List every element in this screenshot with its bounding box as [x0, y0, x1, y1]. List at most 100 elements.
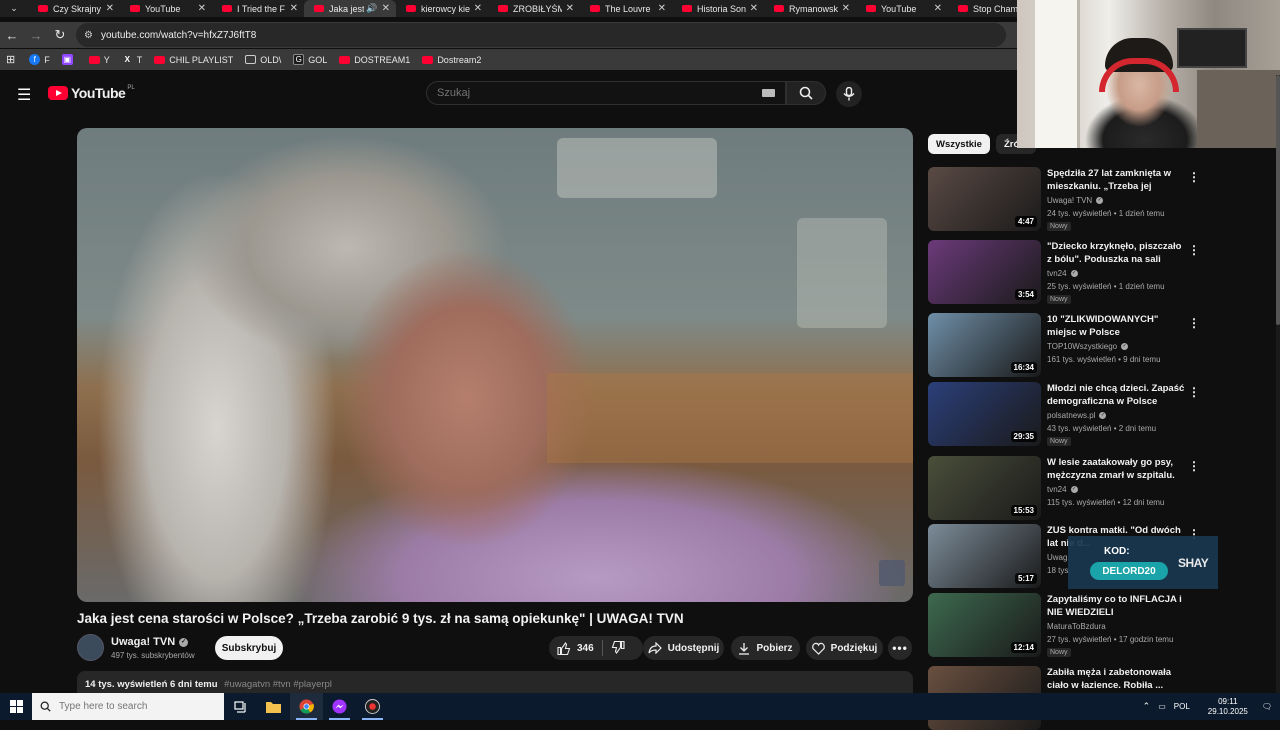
like-button[interactable]: 346 — [557, 641, 594, 655]
menu-icon[interactable]: ☰ — [17, 85, 31, 105]
bookmark-item[interactable]: Dostream2 — [422, 54, 481, 65]
network-icon[interactable]: ▭ — [1158, 702, 1166, 711]
video-title[interactable]: Spędziła 27 lat zamknięta w mieszkaniu. … — [1047, 167, 1185, 193]
video-title[interactable]: Zabiła męża i zabetonowała ciało w łazie… — [1047, 666, 1185, 692]
close-icon[interactable]: ✕ — [658, 3, 666, 14]
close-icon[interactable]: ✕ — [750, 3, 758, 14]
video-channel[interactable]: TOP10Wszystkiego ✓ — [1047, 342, 1129, 351]
browser-tab[interactable]: YouTube ✕ — [856, 0, 948, 17]
bookmark-item[interactable]: DOSTREAM1 — [339, 54, 410, 65]
video-thumbnail[interactable]: 12:14 — [928, 593, 1041, 657]
close-icon[interactable]: ✕ — [934, 3, 942, 14]
chevron-up-icon[interactable]: ⌃ — [1143, 701, 1151, 712]
bookmark-item[interactable]: Y — [88, 54, 110, 65]
video-player[interactable] — [77, 128, 913, 602]
close-icon[interactable]: ✕ — [198, 3, 206, 14]
forward-button[interactable]: → — [24, 28, 48, 43]
close-icon[interactable]: ✕ — [382, 3, 390, 14]
close-icon[interactable]: ✕ — [566, 3, 574, 14]
more-vertical-icon[interactable]: ⋮ — [1188, 243, 1200, 257]
notification-icon[interactable]: 🗨 — [1262, 702, 1272, 711]
app-taskbar-button[interactable] — [356, 693, 389, 720]
clock[interactable]: 09:11 29.10.2025 — [1208, 697, 1248, 717]
subscribe-button[interactable]: Subskrybuj — [215, 636, 283, 660]
video-title[interactable]: "Dziecko krzyknęło, piszczało z bólu". P… — [1047, 240, 1185, 266]
video-thumbnail[interactable]: 4:47 — [928, 167, 1041, 231]
messenger-taskbar-button[interactable] — [323, 693, 356, 720]
task-view-button[interactable] — [224, 693, 257, 720]
chrome-taskbar-button[interactable] — [290, 693, 323, 720]
share-button[interactable]: Udostępnij — [643, 636, 724, 660]
description-box[interactable]: 14 tys. wyświetleń 6 dni temu #uwagatvn … — [77, 671, 913, 693]
more-vertical-icon[interactable]: ⋮ — [1188, 385, 1200, 399]
recommended-video[interactable]: 15:53 W lesie zaatakowały go psy, mężczyz… — [928, 456, 1208, 524]
recommended-video[interactable]: 12:14 Zapytaliśmy co to INFLACJA i NIE WI… — [928, 593, 1208, 661]
keyboard-icon[interactable] — [762, 89, 775, 97]
recommended-video[interactable]: 29:35 Młodzi nie chcą dzieci. Zapaść demo… — [928, 382, 1208, 450]
download-button[interactable]: Pobierz — [731, 636, 800, 660]
browser-tab[interactable]: Czy Skrajny ✕ — [28, 0, 120, 17]
video-channel[interactable]: tvn24 ✓ — [1047, 485, 1078, 494]
recommended-video[interactable]: 3:54 "Dziecko krzyknęło, piszczało z bólu… — [928, 240, 1208, 308]
more-vertical-icon[interactable]: ⋮ — [1188, 170, 1200, 184]
browser-tab[interactable]: kierowcy kie ✕ — [396, 0, 488, 17]
taskbar-search-input[interactable] — [59, 701, 209, 712]
close-icon[interactable]: ✕ — [290, 3, 298, 14]
video-thumbnail[interactable]: 3:54 — [928, 240, 1041, 304]
close-icon[interactable]: ✕ — [106, 3, 114, 14]
bookmark-item[interactable]: fF — [29, 54, 50, 65]
video-title[interactable]: 10 "ZLIKWIDOWANYCH" miejsc w Polsce — [1047, 313, 1185, 339]
address-bar[interactable]: ⚙ youtube.com/watch?v=hfxZ7J6ftT8 — [76, 23, 1006, 47]
bookmark-item[interactable]: ▣ — [61, 54, 77, 65]
youtube-logo[interactable]: YouTube PL — [48, 85, 135, 101]
bookmark-item[interactable]: XT — [122, 54, 143, 65]
browser-tab[interactable]: The Louvre ✕ — [580, 0, 672, 17]
video-thumbnail[interactable]: 15:53 — [928, 456, 1041, 520]
video-title[interactable]: Młodzi nie chcą dzieci. Zapaść demografi… — [1047, 382, 1185, 408]
search-button[interactable] — [786, 81, 826, 105]
page-scrollbar[interactable] — [1276, 75, 1280, 693]
browser-tab[interactable]: Rymanowsk ✕ — [764, 0, 856, 17]
scrollbar-thumb[interactable] — [1276, 75, 1280, 325]
video-channel[interactable]: Uwaga! TVN ✓ — [1047, 196, 1104, 205]
channel-name[interactable]: Uwaga! TVN ✓ — [111, 636, 189, 648]
video-title[interactable]: Zapytaliśmy co to INFLACJA i NIE WIEDZIE… — [1047, 593, 1185, 619]
close-icon[interactable]: ✕ — [474, 3, 482, 14]
video-thumbnail[interactable]: 16:34 — [928, 313, 1041, 377]
close-icon[interactable]: ✕ — [842, 3, 850, 14]
browser-tab[interactable]: ZROBIŁYŚM ✕ — [488, 0, 580, 17]
hashtags[interactable]: #uwagatvn #tvn #playerpl — [224, 679, 332, 690]
recommended-video[interactable]: Zabiła męża i zabetonowała ciało w łazie… — [928, 666, 1208, 730]
more-vertical-icon[interactable]: ⋮ — [1188, 459, 1200, 473]
recommended-video[interactable]: 4:47 Spędziła 27 lat zamknięta w mieszkan… — [928, 167, 1208, 235]
voice-search-button[interactable] — [836, 81, 862, 107]
recommended-video[interactable]: 16:34 10 "ZLIKWIDOWANYCH" miejsc w Polsce… — [928, 313, 1208, 381]
browser-tab[interactable]: Historia Son ✕ — [672, 0, 764, 17]
bookmark-item[interactable]: G GOL — [293, 54, 327, 65]
bookmark-item[interactable]: OLD\ — [245, 54, 281, 65]
speaker-icon[interactable]: 🔊 — [366, 3, 377, 14]
channel-watermark[interactable] — [879, 560, 905, 586]
site-info-icon[interactable]: ⚙ — [84, 30, 93, 41]
bookmark-item[interactable]: CHIL PLAYLIST — [154, 54, 233, 65]
thanks-button[interactable]: Podziękuj — [806, 636, 883, 660]
browser-tab[interactable]: I Tried the F ✕ — [212, 0, 304, 17]
start-button[interactable] — [0, 693, 32, 720]
more-vertical-icon[interactable]: ⋮ — [1188, 316, 1200, 330]
language-indicator[interactable]: POL — [1174, 702, 1190, 711]
video-thumbnail[interactable]: 5:17 — [928, 524, 1041, 588]
search-input[interactable] — [437, 87, 762, 99]
video-channel[interactable]: tvn24 ✓ — [1047, 269, 1078, 278]
browser-tab[interactable]: YouTube ✕ — [120, 0, 212, 17]
chip-all[interactable]: Wszystkie — [928, 134, 990, 154]
more-actions-button[interactable]: ••• — [888, 636, 912, 660]
tab-search-menu[interactable]: ⌄ — [0, 0, 28, 17]
browser-tab[interactable]: Jaka jest 🔊 ✕ — [304, 0, 396, 17]
reload-button[interactable]: ↻ — [48, 27, 72, 43]
channel-avatar[interactable] — [77, 634, 104, 661]
apps-button[interactable]: ⊞ — [6, 53, 15, 66]
video-channel[interactable]: MaturaToBzdura — [1047, 622, 1106, 631]
video-channel[interactable]: polsatnews.pl ✓ — [1047, 411, 1107, 420]
file-explorer-button[interactable] — [257, 693, 290, 720]
video-title[interactable]: W lesie zaatakowały go psy, mężczyzna zm… — [1047, 456, 1185, 482]
